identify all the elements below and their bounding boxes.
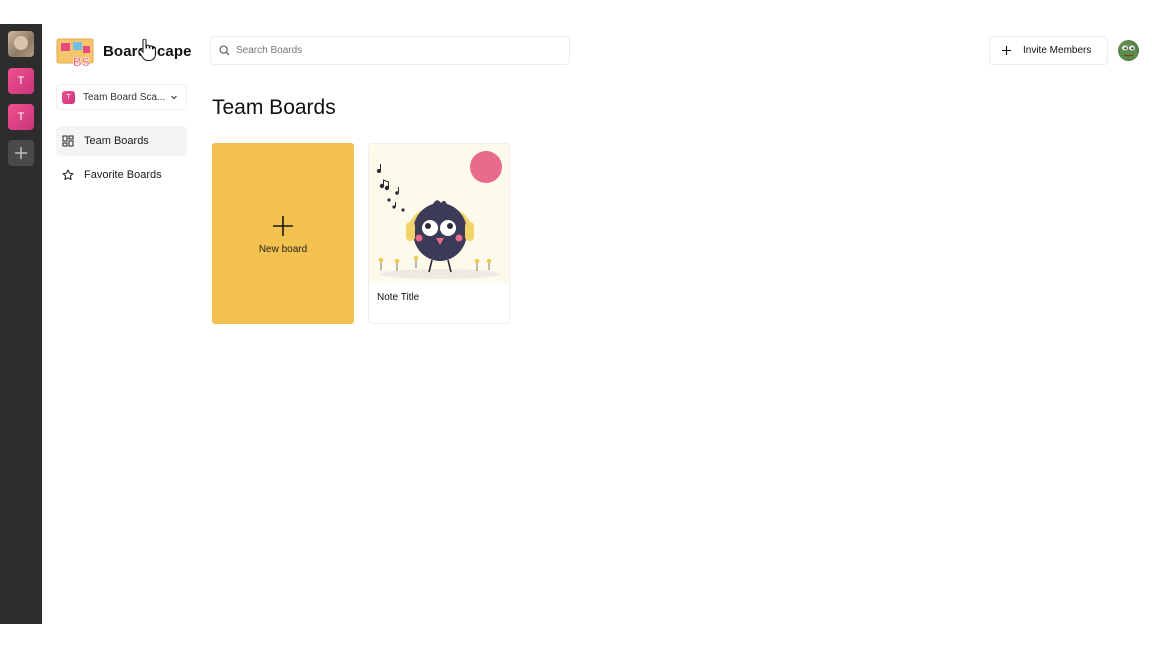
rail-team-1[interactable]: T [8,68,34,94]
sidebar-item-label: Favorite Boards [84,169,162,181]
rail-team-2[interactable]: T [8,104,34,130]
sidebar-item-favorite-boards[interactable]: Favorite Boards [56,160,187,190]
board-card[interactable]: Note Title [368,143,510,324]
sidebar: BS BoardScape T Team Board Sca... Team B… [42,24,202,624]
team-selector[interactable]: T Team Board Sca... [56,84,187,110]
user-avatar[interactable] [1118,40,1139,61]
search-input[interactable] [236,45,536,56]
app-logo[interactable]: BS BoardScape [56,36,206,70]
star-icon [62,169,74,180]
search-bar[interactable] [210,36,570,65]
page-title: Team Boards [212,96,336,119]
team-selector-label: Team Board Sca... [83,91,166,103]
logo-letters: BS [73,55,90,68]
plus-icon [15,147,27,159]
board-title: Note Title [377,292,420,303]
new-board-button[interactable]: New board [212,143,354,324]
logo-icon: BS [56,38,94,68]
plus-icon [273,216,293,236]
bird-illustration [369,144,509,283]
add-team-button[interactable] [8,140,34,166]
app-window: T T BS BoardScape T Team Board Sca... [0,24,1152,624]
frog-avatar-image [1119,45,1138,60]
plus-icon [1002,46,1011,55]
search-icon [219,45,230,56]
team-badge: T [62,90,75,104]
invite-members-button[interactable]: Invite Members [989,36,1108,65]
workspace-avatar[interactable] [8,31,34,57]
sidebar-item-label: Team Boards [84,135,149,147]
hand-cursor-icon [138,39,156,61]
workspace-rail: T T [0,24,42,624]
new-board-label: New board [258,244,308,255]
board-thumbnail [369,144,509,283]
chevron-down-icon [171,95,177,100]
invite-members-label: Invite Members [1023,45,1092,56]
dashboard-icon [62,135,74,147]
sidebar-item-team-boards[interactable]: Team Boards [56,126,187,156]
